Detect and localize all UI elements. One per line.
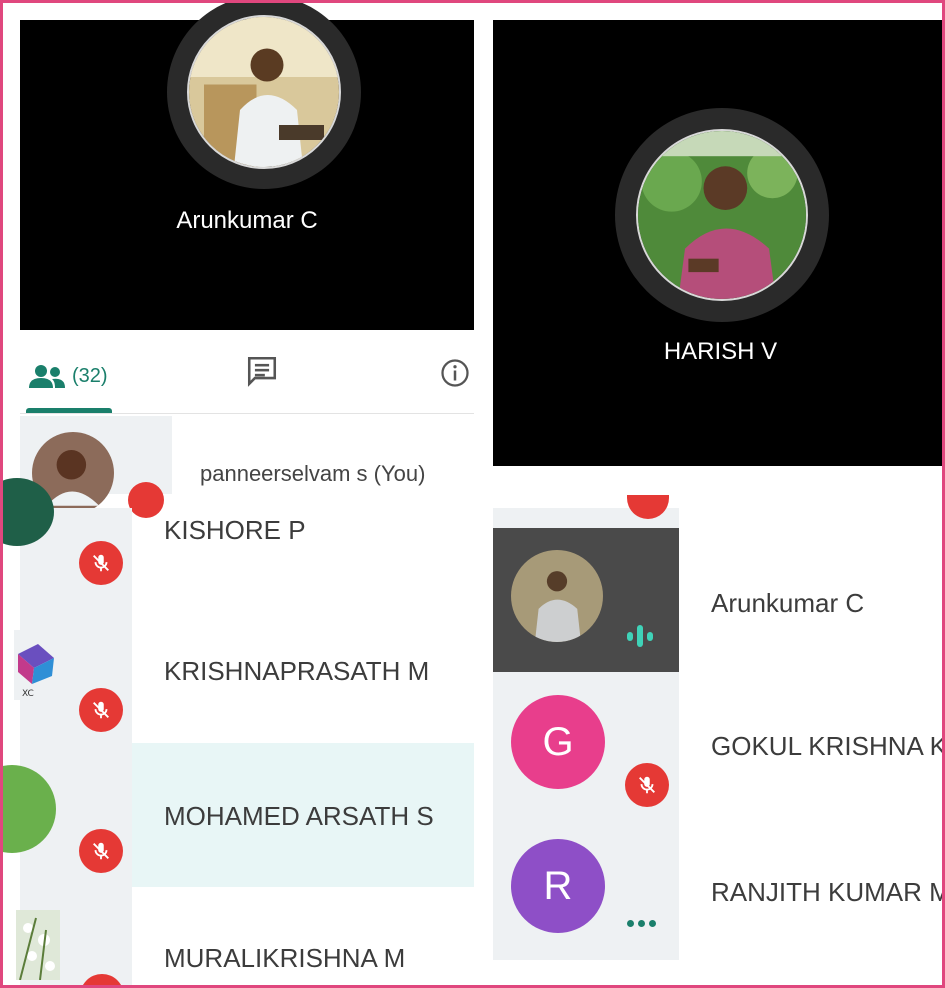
- people-icon: [29, 365, 65, 388]
- people-count: (32): [72, 364, 108, 387]
- user-photo-icon: [638, 131, 806, 299]
- participant-row[interactable]: XC KRISHNAPRASATH M: [14, 620, 474, 742]
- participant-row[interactable]: KISHORE P: [3, 478, 474, 620]
- avatar: XC: [14, 630, 60, 700]
- video-tile-arunkumar[interactable]: Arunkumar C: [20, 3, 474, 330]
- participant-row[interactable]: MURALIKRISHNA M: [16, 888, 474, 985]
- speaking-indicator-icon: [627, 625, 653, 647]
- info-icon: [441, 359, 469, 387]
- user-photo-icon: [189, 17, 339, 167]
- svg-text:XC: XC: [22, 689, 34, 699]
- participant-name: RANJITH KUMAR M: [711, 877, 945, 907]
- tab-people[interactable]: (32): [28, 356, 108, 396]
- avatar: [16, 910, 60, 981]
- tile-name: HARISH V: [663, 338, 778, 365]
- tile-name: Arunkumar C: [176, 207, 318, 234]
- screenshot-frame: Arunkumar C HARISH V (32) panneerselvam …: [0, 0, 945, 988]
- chat-icon: [247, 356, 277, 387]
- avatar: [3, 765, 56, 853]
- mic-off-partial: [80, 974, 124, 985]
- participant-name: Arunkumar C: [711, 588, 865, 618]
- flower-photo-icon: [16, 910, 60, 981]
- participant-row-speaking[interactable]: Arunkumar C: [493, 528, 942, 672]
- logo-icon: XC: [18, 644, 54, 699]
- mic-off-icon: [625, 763, 669, 807]
- video-tile-harish[interactable]: HARISH V: [493, 20, 942, 466]
- avatar: R: [511, 839, 605, 933]
- participant-name: GOKUL KRISHNA K: [711, 731, 945, 761]
- participant-name: KISHORE P: [164, 515, 306, 545]
- participant-name: KRISHNAPRASATH M: [164, 656, 430, 686]
- tab-active-indicator: [26, 408, 112, 413]
- participant-name: MURALIKRISHNA M: [164, 943, 406, 973]
- mic-off-icon: [79, 541, 123, 585]
- user-photo-icon: [511, 550, 603, 642]
- mic-off-icon: [79, 688, 123, 732]
- participant-row[interactable]: MOHAMED ARSATH S: [3, 743, 474, 887]
- avatar: G: [511, 695, 605, 789]
- avatar: [187, 15, 341, 169]
- avatar: [511, 550, 603, 642]
- mic-off-icon: [79, 829, 123, 873]
- more-options-icon[interactable]: [627, 920, 656, 927]
- tab-bar: (32): [20, 336, 474, 414]
- tab-chat[interactable]: [245, 354, 279, 393]
- tab-info[interactable]: [440, 358, 470, 393]
- participant-name: MOHAMED ARSATH S: [164, 801, 434, 831]
- participant-name: panneerselvam s (You): [200, 461, 426, 486]
- avatar: [636, 129, 808, 301]
- participant-row-self[interactable]: panneerselvam s (You): [20, 416, 474, 518]
- participant-row[interactable]: G GOKUL KRISHNA K: [493, 673, 945, 817]
- participant-row[interactable]: R RANJITH KUMAR M: [493, 817, 945, 961]
